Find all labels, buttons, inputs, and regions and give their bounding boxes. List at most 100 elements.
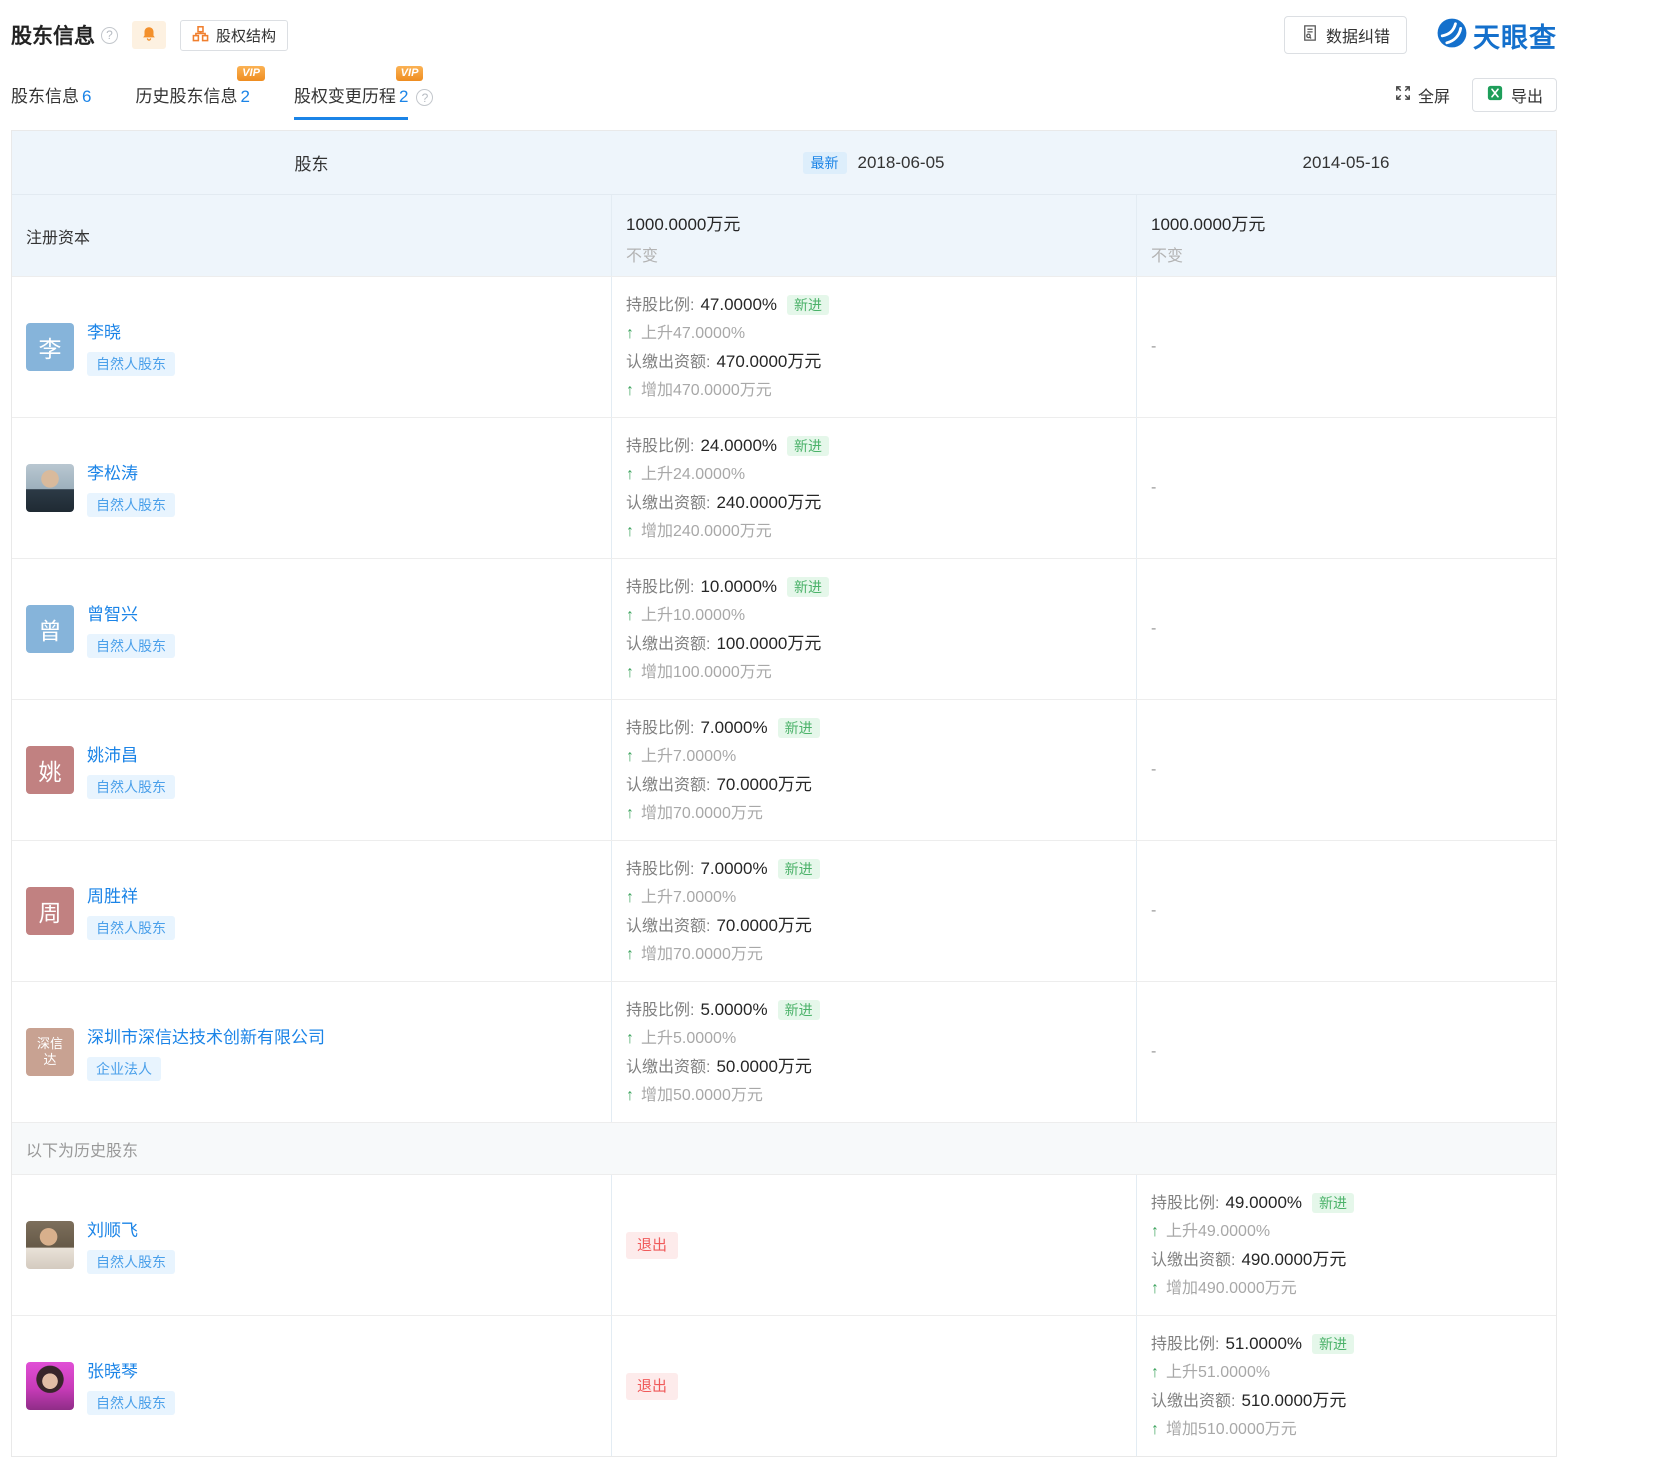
- new-badge: 新进: [1312, 1193, 1354, 1213]
- stake-amount-label: 认缴出资额:: [626, 636, 710, 653]
- registered-capital-value: 1000.0000万元: [1151, 210, 1556, 235]
- latest-status-cell: 退出: [611, 1175, 1136, 1315]
- latest-badge: 最新: [803, 152, 847, 174]
- registered-capital-value: 1000.0000万元: [626, 210, 1136, 235]
- dash-placeholder: -: [1151, 479, 1156, 497]
- new-badge: 新进: [778, 718, 820, 738]
- shareholder-name-link[interactable]: 李松涛: [87, 459, 138, 484]
- arrow-up-icon: ↑: [626, 946, 634, 963]
- shareholder-cell: 李松涛自然人股东: [12, 418, 611, 558]
- tab-history-shareholders[interactable]: 历史股东信息2VIP: [135, 70, 249, 120]
- arrow-up-icon: ↑: [626, 607, 634, 624]
- stake-block: 持股比例:7.0000%新进↑上升7.0000%认缴出资额:70.0000万元↑…: [612, 841, 1136, 981]
- monitor-bell-button[interactable]: [132, 21, 166, 49]
- column-header-shareholder-label: 股东: [295, 150, 329, 175]
- stake-amount-line: 认缴出资额:70.0000万元: [626, 771, 1136, 800]
- earlier-stake-cell: 持股比例:51.0000%新进↑上升51.0000%认缴出资额:510.0000…: [1136, 1316, 1556, 1456]
- arrow-up-icon: ↑: [1151, 1223, 1159, 1240]
- tianyancha-logo-text: 天眼查: [1473, 16, 1557, 55]
- stake-ratio-label: 持股比例:: [626, 438, 694, 455]
- stake-ratio-value: 51.0000%: [1225, 1334, 1302, 1353]
- fullscreen-button[interactable]: 全屏: [1395, 83, 1450, 107]
- stake-ratio-label: 持股比例:: [1151, 1195, 1219, 1212]
- stake-ratio-value: 10.0000%: [700, 577, 777, 596]
- shareholder-name-link[interactable]: 张晓琴: [87, 1357, 138, 1382]
- tab-count: 6: [82, 87, 91, 107]
- stake-amount-change-line: ↑增加70.0000万元: [626, 941, 1136, 969]
- shareholder-photo-avatar: [26, 464, 74, 512]
- arrow-up-icon: ↑: [1151, 1421, 1159, 1438]
- shareholder-initial-avatar: 周: [26, 887, 74, 935]
- tab-equity-change-history[interactable]: 股权变更历程2VIP: [294, 70, 408, 120]
- shareholder-info: 张晓琴自然人股东: [87, 1357, 175, 1415]
- data-correction-button[interactable]: 数据纠错: [1284, 16, 1407, 54]
- stake-ratio-line: 持股比例:7.0000%新进: [626, 714, 1136, 743]
- stake-amount-change-line: ↑增加510.0000万元: [1151, 1416, 1556, 1444]
- shareholder-photo-avatar: [26, 1221, 74, 1269]
- stake-amount-label: 认缴出资额:: [626, 777, 710, 794]
- earlier-status-cell: -: [1136, 982, 1556, 1122]
- tab-count: 2: [399, 87, 408, 107]
- earlier-status-cell: -: [1136, 841, 1556, 981]
- shareholder-name-link[interactable]: 周胜祥: [87, 882, 138, 907]
- shareholder-type-tag: 自然人股东: [87, 1250, 175, 1274]
- shareholder-type-tag: 自然人股东: [87, 1391, 175, 1415]
- stake-amount-line: 认缴出资额:470.0000万元: [626, 348, 1136, 377]
- stake-ratio-change-line: ↑上升7.0000%: [626, 884, 1136, 912]
- shareholder-cell: 曾曾智兴自然人股东: [12, 559, 611, 699]
- shareholder-cell: 姚姚沛昌自然人股东: [12, 700, 611, 840]
- help-icon[interactable]: ?: [101, 27, 118, 44]
- shareholder-cell: 周周胜祥自然人股东: [12, 841, 611, 981]
- arrow-up-icon: ↑: [626, 1030, 634, 1047]
- stake-ratio-line: 持股比例:24.0000%新进: [626, 432, 1136, 461]
- dash-placeholder: -: [1151, 761, 1156, 779]
- shareholder-initial-avatar: 曾: [26, 605, 74, 653]
- earlier-status-cell: -: [1136, 418, 1556, 558]
- shareholder-name-link[interactable]: 姚沛昌: [87, 741, 138, 766]
- shareholder-name-link[interactable]: 刘顺飞: [87, 1216, 138, 1241]
- earlier-status-cell: -: [1136, 700, 1556, 840]
- stake-amount-line: 认缴出资额:490.0000万元: [1151, 1246, 1556, 1275]
- arrow-up-icon: ↑: [626, 664, 634, 681]
- equity-structure-button[interactable]: 股权结构: [180, 20, 288, 51]
- shareholder-row: 深信 达深圳市深信达技术创新有限公司企业法人持股比例:5.0000%新进↑上升5…: [12, 981, 1556, 1122]
- fullscreen-label: 全屏: [1418, 83, 1450, 107]
- export-button[interactable]: 导出: [1472, 78, 1557, 112]
- history-divider: 以下为历史股东: [12, 1122, 1556, 1174]
- shareholder-name-link[interactable]: 曾智兴: [87, 600, 138, 625]
- registered-capital-earlier: 1000.0000万元 不变: [1136, 195, 1556, 276]
- arrow-up-icon: ↑: [626, 382, 634, 399]
- registered-capital-change: 不变: [626, 242, 1136, 266]
- new-badge: 新进: [787, 295, 829, 315]
- stake-ratio-change-line: ↑上升51.0000%: [1151, 1359, 1556, 1387]
- shareholder-type-tag: 自然人股东: [87, 775, 175, 799]
- stake-amount-value: 490.0000万元: [1241, 1250, 1346, 1269]
- stake-block: 持股比例:7.0000%新进↑上升7.0000%认缴出资额:70.0000万元↑…: [612, 700, 1136, 840]
- stake-ratio-value: 47.0000%: [700, 295, 777, 314]
- shareholder-type-tag-wrap: 自然人股东: [87, 1382, 175, 1415]
- latest-stake-cell: 持股比例:24.0000%新进↑上升24.0000%认缴出资额:240.0000…: [611, 418, 1136, 558]
- latest-stake-cell: 持股比例:47.0000%新进↑上升47.0000%认缴出资额:470.0000…: [611, 277, 1136, 417]
- stake-block: 持股比例:10.0000%新进↑上升10.0000%认缴出资额:100.0000…: [612, 559, 1136, 699]
- stake-ratio-value: 7.0000%: [700, 718, 767, 737]
- stake-amount-change-line: ↑增加70.0000万元: [626, 800, 1136, 828]
- arrow-up-icon: ↑: [626, 805, 634, 822]
- stake-ratio-label: 持股比例:: [626, 297, 694, 314]
- shareholder-name-link[interactable]: 深圳市深信达技术创新有限公司: [87, 1023, 325, 1048]
- tab-label: 历史股东信息: [135, 82, 237, 107]
- stake-amount-change-line: ↑增加240.0000万元: [626, 518, 1136, 546]
- tab-shareholder-info[interactable]: 股东信息6: [11, 70, 91, 120]
- column-date-earlier: 2014-05-16: [1303, 153, 1390, 173]
- shareholder-name-link[interactable]: 李晓: [87, 318, 121, 343]
- stake-amount-value: 240.0000万元: [716, 493, 821, 512]
- dash-placeholder: -: [1151, 620, 1156, 638]
- shareholder-info: 李松涛自然人股东: [87, 459, 175, 517]
- help-icon[interactable]: ?: [416, 89, 433, 106]
- equity-structure-label: 股权结构: [216, 25, 276, 46]
- earlier-status-cell: -: [1136, 559, 1556, 699]
- tab-label: 股东信息: [11, 82, 79, 107]
- stake-ratio-change-line: ↑上升24.0000%: [626, 461, 1136, 489]
- tianyancha-logo[interactable]: 天眼查: [1437, 16, 1557, 55]
- shareholder-info: 李晓自然人股东: [87, 318, 175, 376]
- stake-amount-change-line: ↑增加470.0000万元: [626, 377, 1136, 405]
